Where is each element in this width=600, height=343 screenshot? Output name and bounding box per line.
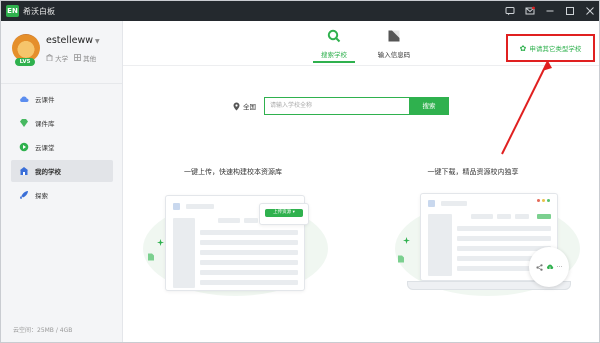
search-button[interactable]: 搜索 [409,97,449,115]
region-selector[interactable]: 全国 [233,101,256,111]
placeholder-row [200,280,298,285]
share-actions: ··· [529,247,569,287]
window-dot-yellow [542,199,545,202]
close-icon[interactable] [585,6,595,16]
apply-other-school-type-link[interactable]: ✿ 申请其它类型学校 [506,34,595,62]
school-type-label: 大学 [55,55,69,63]
placeholder-bar [441,201,467,206]
window-icon-square [428,200,435,207]
placeholder-sidebar [173,218,195,288]
region-label: 全国 [243,103,256,111]
share-icon [536,263,543,271]
school-type: 大学 [46,53,68,63]
placeholder-bar [515,214,529,219]
sidebar-item-my-school[interactable]: 我的学校 [11,160,113,182]
tab-label: 输入信息码 [377,51,411,59]
app-logo: EN [6,5,19,17]
tab-enter-code[interactable]: 输入信息码 [364,29,424,59]
cloud-icon [20,96,29,102]
upload-popup: 上传资源 ▾ [259,203,309,225]
sidebar-item-label: 云课件 [35,96,55,104]
sparkle-icon [403,237,410,244]
placeholder-row [200,260,298,265]
school-icon [19,167,29,175]
sidebar: LV5 estelleww ▼ 大学 其他 云课件 课件库 云课堂 我的学校 探… [1,21,123,342]
app-window: EN 希沃白板 LV5 estelleww ▼ 大学 其他 云课件 课件库 云课… [0,0,600,343]
restore-icon[interactable] [565,6,575,16]
placeholder-row [457,226,551,231]
org-label: 其他 [83,55,97,63]
sidebar-nav: 云课件 课件库 云课堂 我的学校 探索 [11,88,113,208]
placeholder-bar [497,214,511,219]
sidebar-item-label: 云课堂 [35,144,55,152]
mail-icon[interactable] [525,6,535,16]
placeholder-row [200,270,298,275]
user-meta: 大学 其他 [46,53,96,63]
feature-upload-title: 一键上传，快速构建校本资源库 [184,168,282,176]
sidebar-item-explore[interactable]: 探索 [11,184,113,206]
code-icon [388,30,400,42]
placeholder-bar [244,218,258,223]
gear-icon: ✿ [519,43,527,53]
download-illustration: ··· [393,181,583,306]
search-row: 全国 请输入学校全称 搜索 [233,97,449,115]
active-tab-indicator [313,61,355,63]
username-text: estelleww [46,35,94,46]
minimize-icon[interactable] [545,6,555,16]
app-title: 希沃白板 [23,6,55,16]
file-icon [148,253,154,261]
placeholder-row [457,236,551,241]
apply-link-label: 申请其它类型学校 [529,45,582,53]
upload-resource-pill: 上传资源 ▾ [265,209,303,217]
org: 其他 [74,53,96,63]
sidebar-item-label: 课件库 [35,120,55,128]
placeholder-bar [471,214,493,219]
placeholder-green-bar [537,214,551,219]
placeholder-sidebar [428,214,452,276]
tab-label: 搜索学校 [321,51,347,59]
feedback-icon[interactable] [505,6,515,16]
placeholder-row [200,240,298,245]
rocket-icon [20,191,28,199]
building-icon [46,54,53,62]
annotation-arrow [501,60,552,155]
school-search-input[interactable]: 请输入学校全称 [264,97,409,115]
window-dot-green [547,199,550,202]
feature-download-title: 一键下载，精品资源校内独享 [427,168,519,176]
sidebar-item-label: 我的学校 [35,168,61,176]
upload-illustration: 上传资源 ▾ [143,181,333,301]
grid-icon [74,54,81,61]
sidebar-divider [1,83,122,84]
placeholder-bar [186,204,214,209]
location-pin-icon [233,102,240,110]
file-icon [398,255,404,263]
sidebar-item-cloud-classroom[interactable]: 云课堂 [11,136,113,158]
sidebar-item-courseware-library[interactable]: 课件库 [11,112,113,134]
sidebar-item-label: 探索 [35,192,48,200]
title-bar: EN 希沃白板 [1,1,599,21]
sparkle-icon [157,239,164,246]
window-dot-red [537,199,540,202]
username[interactable]: estelleww ▼ [46,35,100,46]
chevron-down-icon: ▼ [95,38,100,45]
window-controls [505,1,595,21]
placeholder-row [200,250,298,255]
level-badge: LV5 [15,58,35,66]
storage-info: 云空间：25MB / 4GB [13,327,73,334]
cloud-download-icon [546,264,553,271]
play-icon [19,142,29,152]
gem-icon [20,119,28,127]
more-icon: ··· [556,263,563,271]
search-icon [327,29,341,43]
placeholder-bar [218,218,240,223]
window-icon-square [173,203,180,210]
placeholder-row [200,230,298,235]
tab-search-school[interactable]: 搜索学校 [304,29,364,59]
sidebar-item-cloud-courseware[interactable]: 云课件 [11,88,113,110]
